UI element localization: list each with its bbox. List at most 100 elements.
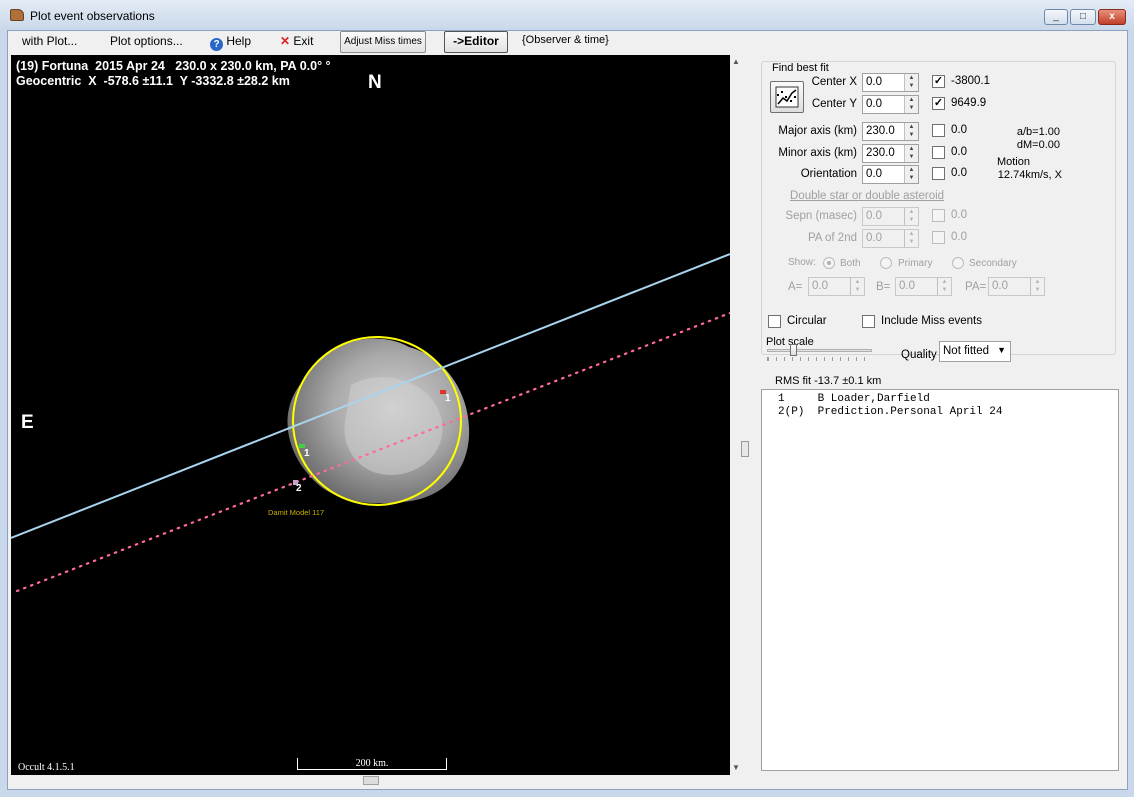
minor-axis-value: 230.0 [866, 147, 895, 159]
scroll-down-icon[interactable]: ▼ [732, 763, 740, 772]
menu-help-label: Help [226, 34, 252, 48]
center-x-stepper-icon[interactable]: ▲ ▼ [904, 74, 918, 91]
best-fit-group: Find best fit Center X 0.0 ▲ ▼ ✓ -3800.1 … [761, 61, 1116, 355]
fit-chart-icon [775, 86, 799, 108]
pa-input[interactable]: 0.0 ▲ ▼ [988, 277, 1045, 296]
chord-label-1-start: 1 [304, 448, 310, 459]
pa2-result: 0.0 [951, 231, 967, 243]
plot-canvas[interactable]: (19) Fortuna 2015 Apr 24 230.0 x 230.0 k… [11, 55, 730, 775]
plot-scale-thumb[interactable] [790, 344, 797, 356]
scale-bar-label: 200 km. [355, 758, 389, 769]
adjust-miss-times-button[interactable]: Adjust Miss times [340, 31, 426, 53]
orientation-label: Orientation [800, 168, 857, 180]
circular-label: Circular [787, 315, 827, 327]
minor-axis-input[interactable]: 230.0 ▲ ▼ [862, 144, 919, 163]
help-icon: ? [210, 38, 223, 51]
delta-magnitude: dM=0.00 [1016, 139, 1060, 151]
quality-dropdown[interactable]: Not fitted ▼ [939, 341, 1011, 362]
observations-list[interactable]: 1 B Loader,Darfield 2(P) Prediction.Pers… [761, 389, 1119, 771]
center-x-input[interactable]: 0.0 ▲ ▼ [862, 73, 919, 92]
pa2-stepper-icon[interactable]: ▲ ▼ [904, 230, 918, 247]
sepn-stepper-icon[interactable]: ▲ ▼ [904, 208, 918, 225]
major-axis-checkbox[interactable] [932, 124, 945, 137]
include-miss-checkbox[interactable] [862, 315, 875, 328]
center-y-value: 0.0 [866, 98, 882, 110]
rms-fit: RMS fit -13.7 ±0.1 km [775, 375, 882, 387]
motion-value: 12.74km/s, X [997, 169, 1062, 181]
sepn-checkbox[interactable] [932, 209, 945, 222]
splitter-grip[interactable] [741, 441, 749, 457]
center-x-checkbox[interactable]: ✓ [932, 75, 945, 88]
orientation-input[interactable]: 0.0 ▲ ▼ [862, 165, 919, 184]
center-y-stepper-icon[interactable]: ▲ ▼ [904, 96, 918, 113]
scroll-up-icon[interactable]: ▲ [732, 57, 740, 66]
major-axis-value: 230.0 [866, 125, 895, 137]
window-title: Plot event observations [30, 9, 155, 23]
version-label: Occult 4.1.5.1 [18, 762, 75, 773]
horizontal-scroll-thumb[interactable] [363, 776, 379, 785]
center-y-result: 9649.9 [951, 97, 987, 109]
maximize-button[interactable]: □ [1070, 9, 1096, 25]
menu-with-plot[interactable]: with Plot... [22, 34, 77, 48]
b-label: B= [876, 281, 891, 293]
a-input[interactable]: 0.0 ▲ ▼ [808, 277, 865, 296]
minor-axis-checkbox[interactable] [932, 146, 945, 159]
pa2-value: 0.0 [866, 232, 882, 244]
pa-label: PA= [965, 281, 987, 293]
a-stepper-icon[interactable]: ▲ ▼ [850, 278, 864, 295]
plot-scale-track[interactable] [767, 349, 872, 352]
sepn-input[interactable]: 0.0 ▲ ▼ [862, 207, 919, 226]
ab-ratio: a/b=1.00 [1016, 126, 1060, 138]
plot-vertical-scrollbar[interactable]: ▲ ▼ [730, 55, 742, 775]
minor-axis-label: Minor axis (km) [778, 147, 857, 159]
menu-exit-label: Exit [293, 34, 314, 48]
chevron-down-icon: ▼ [997, 345, 1006, 355]
plot-graphics [11, 253, 730, 593]
circular-checkbox[interactable] [768, 315, 781, 328]
menu-plot-options[interactable]: Plot options... [110, 34, 183, 48]
center-y-checkbox[interactable]: ✓ [932, 97, 945, 110]
a-label: A= [788, 281, 803, 293]
exit-icon: ✕ [280, 34, 291, 48]
pa-stepper-icon[interactable]: ▲ ▼ [1030, 278, 1044, 295]
sepn-result: 0.0 [951, 209, 967, 221]
list-item[interactable]: 1 B Loader,Darfield [778, 393, 1118, 406]
fit-panel: Find best fit Center X 0.0 ▲ ▼ ✓ -3800.1 … [753, 55, 1123, 775]
menu-bar: with Plot... Plot options... ? Help ✕ Ex… [8, 31, 1127, 55]
menu-help[interactable]: ? Help [210, 34, 251, 51]
plot-horizontal-scrollbar[interactable] [11, 775, 730, 787]
b-stepper-icon[interactable]: ▲ ▼ [937, 278, 951, 295]
center-x-label: Center X [811, 76, 857, 88]
plot-header-line2: Geocentric X -578.6 ±11.1 Y -3332.8 ±28.… [16, 74, 290, 88]
pa2-checkbox[interactable] [932, 231, 945, 244]
major-axis-stepper-icon[interactable]: ▲ ▼ [904, 123, 918, 140]
close-button[interactable]: x [1098, 9, 1126, 25]
find-best-fit-title: Find best fit [770, 62, 831, 74]
show-primary-radio[interactable] [880, 257, 892, 269]
orientation-value: 0.0 [866, 168, 882, 180]
minor-axis-stepper-icon[interactable]: ▲ ▼ [904, 145, 918, 162]
model-label: Damit Model 117 [268, 508, 325, 517]
menu-exit[interactable]: ✕ Exit [280, 34, 313, 48]
find-best-fit-button[interactable] [770, 81, 804, 113]
menu-observer-time[interactable]: {Observer & time} [522, 34, 609, 46]
show-primary-label: Primary [898, 258, 933, 269]
show-both-radio[interactable] [823, 257, 835, 269]
chord-label-1-end: 1 [445, 393, 451, 404]
editor-button[interactable]: ->Editor [444, 31, 508, 53]
minimize-button[interactable]: _ [1044, 9, 1068, 25]
b-input[interactable]: 0.0 ▲ ▼ [895, 277, 952, 296]
double-star-label: Double star or double asteroid [790, 190, 945, 202]
motion-label: Motion [996, 156, 1030, 168]
show-secondary-radio[interactable] [952, 257, 964, 269]
orientation-stepper-icon[interactable]: ▲ ▼ [904, 166, 918, 183]
include-miss-label: Include Miss events [881, 315, 982, 327]
plot-header-line1: (19) Fortuna 2015 Apr 24 230.0 x 230.0 k… [16, 59, 331, 73]
window-client: with Plot... Plot options... ? Help ✕ Ex… [7, 30, 1128, 790]
major-axis-input[interactable]: 230.0 ▲ ▼ [862, 122, 919, 141]
list-item[interactable]: 2(P) Prediction.Personal April 24 [778, 406, 1118, 419]
pa2-input[interactable]: 0.0 ▲ ▼ [862, 229, 919, 248]
show-label: Show: [788, 257, 816, 268]
center-y-input[interactable]: 0.0 ▲ ▼ [862, 95, 919, 114]
orientation-checkbox[interactable] [932, 167, 945, 180]
